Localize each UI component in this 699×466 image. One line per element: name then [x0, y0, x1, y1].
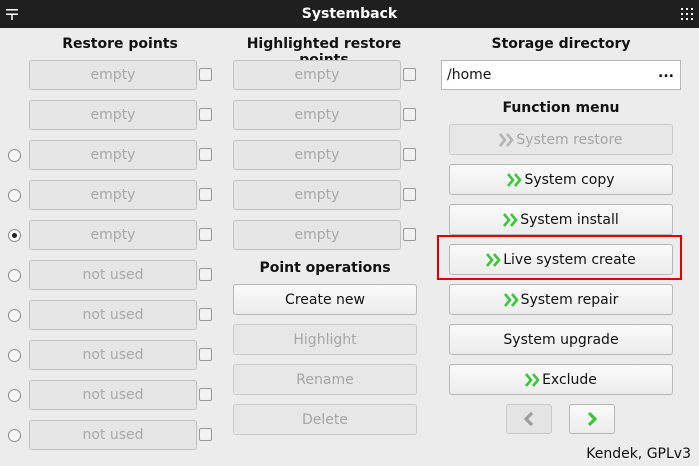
- restore-point-checkbox-6[interactable]: [199, 268, 212, 281]
- restore-points-header: Restore points: [62, 36, 178, 52]
- storage-path: /home: [447, 67, 492, 83]
- system-restore-label: System restore: [516, 131, 623, 148]
- restore-point-field-9: not used: [29, 380, 197, 410]
- highlighted-point-checkbox-4[interactable]: [403, 188, 416, 201]
- system-install-button[interactable]: System install: [449, 204, 673, 235]
- highlighted-point-field-5: empty: [233, 220, 401, 250]
- restore-point-checkbox-8[interactable]: [199, 348, 212, 361]
- highlight-button[interactable]: Highlight: [233, 324, 417, 355]
- restore-point-checkbox-1[interactable]: [199, 68, 212, 81]
- browse-button[interactable]: ...: [658, 65, 674, 81]
- restore-point-field-3: empty: [29, 140, 197, 170]
- double-chevron-right-icon: [503, 212, 518, 227]
- restore-point-field-1: empty: [29, 60, 197, 90]
- chevron-right-icon: [587, 411, 598, 427]
- previous-page-button[interactable]: [506, 404, 552, 434]
- restore-point-field-4: empty: [29, 180, 197, 210]
- delete-button[interactable]: Delete: [233, 404, 417, 435]
- double-chevron-right-icon: [507, 172, 523, 187]
- exclude-label: Exclude: [542, 371, 597, 388]
- restore-point-checkbox-3[interactable]: [199, 148, 212, 161]
- restore-point-radio-6[interactable]: [8, 269, 21, 282]
- function-menu-header: Function menu: [502, 100, 620, 116]
- system-repair-label: System repair: [520, 291, 619, 308]
- restore-point-checkbox-7[interactable]: [199, 308, 212, 321]
- double-chevron-right-icon: [499, 132, 515, 147]
- next-page-button[interactable]: [569, 404, 615, 434]
- restore-point-checkbox-4[interactable]: [199, 188, 212, 201]
- systemback-window: Systemback Restore points Highlighted re…: [0, 0, 699, 466]
- system-upgrade-button[interactable]: System upgrade: [449, 324, 673, 355]
- system-repair-button[interactable]: System repair: [449, 284, 673, 315]
- system-upgrade-label: System upgrade: [503, 331, 619, 348]
- restore-point-radio-5[interactable]: [8, 229, 21, 242]
- restore-point-radio-3[interactable]: [8, 149, 21, 162]
- double-chevron-right-icon: [503, 292, 519, 307]
- system-copy-button[interactable]: System copy: [449, 164, 673, 195]
- window-title: Systemback: [301, 6, 398, 22]
- create-new-button[interactable]: Create new: [233, 284, 417, 315]
- chevron-left-icon: [523, 411, 534, 427]
- highlighted-point-checkbox-3[interactable]: [403, 148, 416, 161]
- highlighted-point-field-1: empty: [233, 60, 401, 90]
- system-install-label: System install: [520, 211, 619, 228]
- restore-point-radio-9[interactable]: [8, 389, 21, 402]
- double-chevron-right-icon: [525, 372, 540, 387]
- highlighted-point-field-2: empty: [233, 100, 401, 130]
- highlighted-point-checkbox-2[interactable]: [403, 108, 416, 121]
- restore-point-field-5: empty: [29, 220, 197, 250]
- restore-point-radio-8[interactable]: [8, 349, 21, 362]
- restore-point-field-2: empty: [29, 100, 197, 130]
- title-bar: Systemback: [0, 0, 699, 28]
- window-grip-icon[interactable]: [681, 8, 693, 20]
- restore-point-checkbox-5[interactable]: [199, 228, 212, 241]
- restore-point-field-8: not used: [29, 340, 197, 370]
- system-restore-button[interactable]: System restore: [449, 124, 673, 155]
- storage-directory-header: Storage directory: [491, 36, 631, 52]
- highlighted-point-checkbox-5[interactable]: [403, 228, 416, 241]
- highlighted-point-field-4: empty: [233, 180, 401, 210]
- restore-point-field-10: not used: [29, 420, 197, 450]
- restore-point-radio-7[interactable]: [8, 309, 21, 322]
- restore-point-checkbox-10[interactable]: [199, 428, 212, 441]
- restore-point-checkbox-9[interactable]: [199, 388, 212, 401]
- exclude-button[interactable]: Exclude: [449, 364, 673, 395]
- point-operations-header: Point operations: [259, 260, 391, 276]
- highlighted-point-field-3: empty: [233, 140, 401, 170]
- highlighted-point-checkbox-1[interactable]: [403, 68, 416, 81]
- restore-point-radio-4[interactable]: [8, 189, 21, 202]
- restore-point-checkbox-2[interactable]: [199, 108, 212, 121]
- restore-point-field-6: not used: [29, 260, 197, 290]
- restore-point-field-7: not used: [29, 300, 197, 330]
- author-credit: Kendek, GPLv3: [586, 446, 691, 462]
- rename-button[interactable]: Rename: [233, 364, 417, 395]
- storage-directory-field[interactable]: /home ...: [441, 60, 681, 90]
- system-copy-label: System copy: [524, 171, 615, 188]
- restore-point-radio-10[interactable]: [8, 429, 21, 442]
- red-highlight-box: [437, 235, 682, 280]
